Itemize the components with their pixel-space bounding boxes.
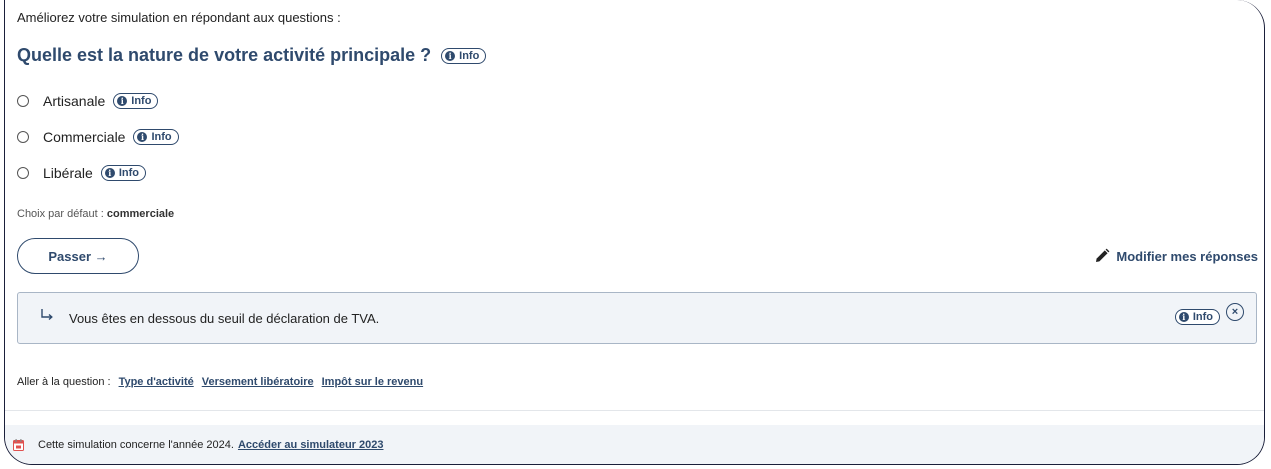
option-label: Libérale (43, 165, 93, 181)
goto-question-nav: Aller à la question : Type d'activité Ve… (17, 376, 423, 388)
option-label: Commerciale (43, 129, 126, 145)
option-label: Artisanale (43, 93, 106, 109)
info-label: Info (1192, 311, 1213, 323)
info-icon: i (104, 168, 115, 178)
tva-notice: Vous êtes en dessous du seuil de déclara… (17, 292, 1257, 344)
notice-text: Vous êtes en dessous du seuil de déclara… (69, 311, 380, 326)
divider (5, 410, 1264, 411)
option-commerciale[interactable]: Commerciale i Info (17, 129, 179, 145)
goto-link-versement-liberatoire[interactable]: Versement libératoire (202, 376, 314, 388)
close-icon[interactable]: × (1226, 303, 1244, 321)
modify-answers-label: Modifier mes réponses (1116, 248, 1258, 264)
radio-commerciale[interactable] (17, 131, 29, 143)
notice-info-button[interactable]: i Info (1174, 309, 1220, 325)
info-icon: i (117, 96, 128, 106)
return-arrow-icon (41, 309, 53, 321)
radio-liberale[interactable] (17, 167, 29, 179)
goto-link-impot-revenu[interactable]: Impôt sur le revenu (322, 376, 423, 388)
skip-button[interactable]: Passer → (17, 238, 139, 274)
footer-year-notice: Cette simulation concerne l'année 2024. … (5, 425, 1264, 464)
info-label: Info (131, 95, 152, 107)
default-choice-label: Choix par défaut : (17, 208, 104, 220)
info-icon: i (445, 50, 456, 61)
option-liberale[interactable]: Libérale i Info (17, 165, 146, 181)
info-icon: i (137, 132, 148, 142)
default-choice: Choix par défaut : commerciale (17, 208, 174, 220)
info-icon: i (1178, 312, 1189, 322)
footer-text: Cette simulation concerne l'année 2024. (38, 439, 234, 451)
info-label: Info (151, 131, 172, 143)
info-label: Info (118, 167, 139, 179)
modify-answers-button[interactable]: Modifier mes réponses (1094, 248, 1258, 264)
default-choice-value: commerciale (106, 208, 175, 220)
simulator-2023-link[interactable]: Accéder au simulateur 2023 (238, 439, 384, 451)
calendar-icon (13, 439, 24, 451)
option-info-button[interactable]: i Info (100, 165, 146, 181)
goto-label: Aller à la question : (17, 376, 111, 388)
pencil-icon (1096, 248, 1110, 262)
question-info-button[interactable]: i Info (441, 47, 487, 64)
option-artisanale[interactable]: Artisanale i Info (17, 93, 159, 109)
radio-artisanale[interactable] (17, 95, 29, 107)
info-label: Info (459, 49, 480, 62)
option-info-button[interactable]: i Info (133, 129, 179, 145)
question-heading: Quelle est la nature de votre activité p… (17, 45, 487, 66)
goto-link-type-activite[interactable]: Type d'activité (119, 376, 194, 388)
question-title: Quelle est la nature de votre activité p… (17, 45, 432, 65)
option-info-button[interactable]: i Info (113, 93, 159, 109)
intro-text: Améliorez votre simulation en répondant … (17, 10, 341, 25)
simulation-panel: Améliorez votre simulation en répondant … (4, 0, 1265, 465)
